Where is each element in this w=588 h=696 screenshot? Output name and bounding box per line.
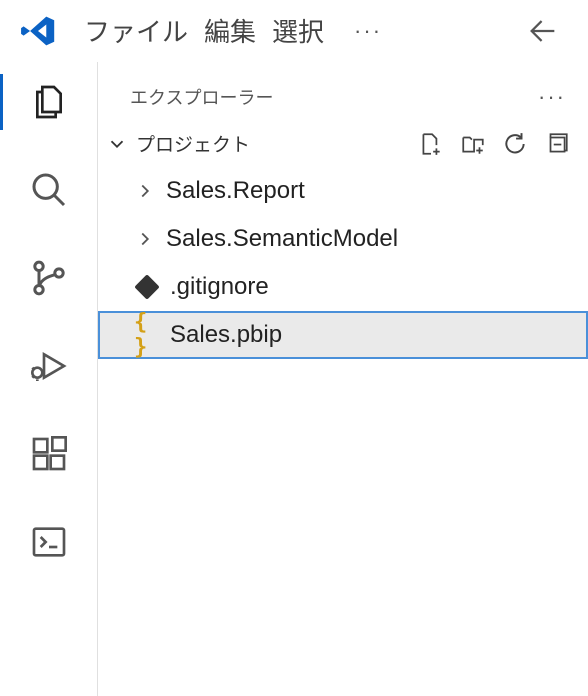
tree-folder[interactable]: Sales.Report [98,167,588,215]
title-bar: ファイル 編集 選択 ··· [0,0,588,62]
activity-terminal[interactable] [27,520,71,564]
chevron-down-icon [106,133,128,155]
files-icon [29,82,69,122]
tree-item-label: Sales.Report [166,177,305,205]
activity-extensions[interactable] [27,432,71,476]
tree-item-label: Sales.pbip [170,321,282,349]
new-file-icon[interactable] [418,131,444,157]
menu-select[interactable]: 選択 [268,10,328,51]
section-header[interactable]: プロジェクト [98,120,588,167]
activity-search[interactable] [27,168,71,212]
search-icon [29,170,69,210]
sidebar-header: エクスプローラー ··· [98,62,588,120]
menu-edit[interactable]: 編集 [200,10,260,51]
new-folder-icon[interactable] [460,131,486,157]
activity-explorer[interactable] [27,80,71,124]
menu-file[interactable]: ファイル [80,10,192,51]
source-control-icon [29,258,69,298]
file-tree: Sales.Report Sales.SemanticModel .gitign… [98,167,588,359]
refresh-icon[interactable] [502,131,528,157]
terminal-icon [29,522,69,562]
activity-bar [0,62,98,696]
tree-item-label: .gitignore [170,273,269,301]
json-file-icon: { } [134,322,160,348]
vscode-logo-icon [20,13,56,49]
sidebar-more-icon[interactable]: ··· [538,84,566,110]
section-title: プロジェクト [136,130,410,157]
chevron-right-icon [134,180,156,202]
collapse-all-icon[interactable] [544,131,570,157]
tree-file-selected[interactable]: { } Sales.pbip [98,311,588,359]
sidebar-panel: エクスプローラー ··· プロジェクト [98,62,588,696]
sidebar-title: エクスプローラー [130,84,538,110]
tree-file[interactable]: .gitignore [98,263,588,311]
chevron-right-icon [134,228,156,250]
gitignore-file-icon [134,274,160,300]
menu-bar: ファイル 編集 選択 ··· [80,10,526,51]
extensions-icon [29,434,69,474]
activity-run-debug[interactable] [27,344,71,388]
back-arrow-icon[interactable] [526,14,560,48]
tree-item-label: Sales.SemanticModel [166,225,398,253]
menu-more-icon[interactable]: ··· [336,18,400,44]
tree-folder[interactable]: Sales.SemanticModel [98,215,588,263]
debug-icon [29,346,69,386]
section-actions [418,131,570,157]
activity-source-control[interactable] [27,256,71,300]
